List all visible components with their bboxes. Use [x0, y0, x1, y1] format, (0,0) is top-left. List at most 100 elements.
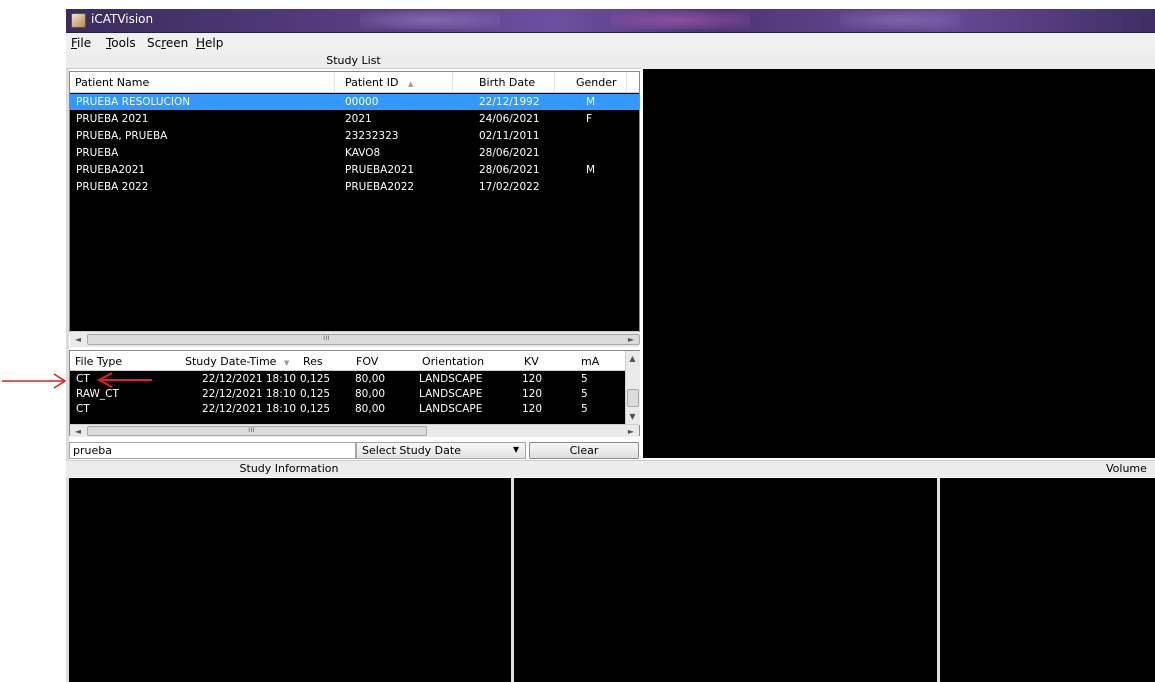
col-file-type[interactable]: File Type: [75, 355, 122, 368]
column-divider: [334, 72, 335, 93]
col-orientation[interactable]: Orientation: [422, 355, 484, 368]
search-input[interactable]: [69, 442, 356, 459]
annotation-arrow-icon: [96, 372, 152, 388]
sort-descending-icon: ▼: [283, 359, 290, 367]
patient-cell-gender: M: [586, 96, 596, 108]
study-cell-ma: 5: [581, 373, 588, 385]
scroll-down-icon[interactable]: ▼: [625, 409, 640, 424]
study-cell-kv: 120: [522, 373, 543, 385]
scroll-right-icon[interactable]: ►: [623, 332, 639, 347]
study-cell-type: CT: [76, 373, 90, 385]
scroll-grip-icon: ııı: [248, 425, 255, 434]
menu-screen[interactable]: Screen: [147, 36, 188, 50]
patient-row[interactable]: PRUEBA KAVO8 28/06/2021: [70, 145, 639, 161]
menu-help[interactable]: Help: [196, 36, 223, 50]
study-cell-kv: 120: [522, 403, 543, 415]
col-kv[interactable]: KV: [524, 355, 539, 368]
patient-cell-birth: 28/06/2021: [479, 164, 540, 176]
sort-ascending-icon: ▲: [408, 80, 414, 88]
dropdown-arrow-icon[interactable]: ▼: [513, 445, 519, 454]
clear-button[interactable]: Clear: [529, 442, 639, 459]
study-table-header: [70, 351, 625, 371]
study-cell-datetime: 22/12/2021 18:10: [202, 373, 297, 385]
study-cell-kv: 120: [522, 388, 543, 400]
study-cell-res: 0,125: [300, 388, 331, 400]
study-cell-orientation: LANDSCAPE: [419, 403, 483, 415]
study-cell-fov: 80,00: [355, 373, 386, 385]
patient-cell-name: PRUEBA 2021: [76, 113, 149, 125]
patient-cell-gender: F: [586, 113, 593, 125]
menu-bar: [66, 33, 1155, 53]
scroll-thumb[interactable]: [627, 389, 639, 407]
volume-viewport-right[interactable]: [940, 478, 1155, 682]
scroll-thumb[interactable]: [87, 334, 640, 345]
patient-cell-gender: M: [586, 164, 596, 176]
patient-cell-name: PRUEBA2021: [76, 164, 146, 176]
patient-cell-name: PRUEBA: [76, 147, 119, 159]
study-vertical-scrollbar[interactable]: ▲ ▼: [625, 351, 640, 425]
scroll-thumb[interactable]: [87, 426, 427, 436]
study-cell-ma: 5: [581, 388, 588, 400]
col-birth-date[interactable]: Birth Date: [479, 76, 535, 89]
menu-screen-pre: Sc: [147, 36, 162, 50]
col-fov[interactable]: FOV: [356, 355, 378, 368]
volume-header-strip: [512, 460, 1155, 477]
column-divider: [452, 72, 453, 93]
menu-screen-rest: een: [165, 36, 189, 50]
menu-file[interactable]: File: [71, 36, 91, 50]
column-divider: [554, 72, 555, 93]
scroll-up-icon[interactable]: ▲: [625, 351, 640, 366]
study-list-header: Study List: [66, 53, 641, 69]
scroll-grip-icon: ııı: [323, 333, 330, 342]
patient-cell-birth: 22/12/1992: [479, 96, 540, 108]
scroll-left-icon[interactable]: ◄: [70, 332, 86, 347]
patient-row[interactable]: PRUEBA2021 PRUEBA2021 28/06/2021 M: [70, 162, 639, 178]
col-study-date-time-label: Study Date-Time: [185, 355, 277, 368]
patient-horizontal-scrollbar[interactable]: ◄ ııı ►: [70, 331, 640, 347]
patient-row-selected[interactable]: PRUEBA RESOLUCION 00000 22/12/1992 M: [70, 94, 639, 110]
menu-help-rest: elp: [205, 36, 224, 50]
patient-cell-id: 23232323: [345, 130, 399, 142]
patient-cell-name: PRUEBA RESOLUCION: [76, 96, 191, 108]
col-ma[interactable]: mA: [581, 355, 599, 368]
top-right-viewport[interactable]: [643, 69, 1155, 458]
col-gender[interactable]: Gender: [576, 76, 617, 89]
patient-cell-id: PRUEBA2022: [345, 181, 415, 193]
study-row[interactable]: CT 22/12/2021 18:10 0,125 80,00 LANDSCAPE 120…: [70, 402, 625, 416]
col-patient-id-label: Patient ID: [345, 76, 399, 89]
window-title: iCATVision: [91, 12, 154, 26]
patient-cell-birth: 24/06/2021: [479, 113, 540, 125]
scroll-left-icon[interactable]: ◄: [70, 424, 86, 439]
patient-cell-id: 2021: [345, 113, 372, 125]
patient-cell-name: PRUEBA 2022: [76, 181, 149, 193]
col-res[interactable]: Res: [303, 355, 323, 368]
viewer-header-strip: [641, 53, 1155, 69]
column-divider: [626, 72, 627, 93]
col-patient-id[interactable]: Patient ID ▲: [345, 76, 413, 89]
menu-tools-rest: ools: [111, 36, 136, 50]
annotation-arrow-icon: [2, 373, 67, 389]
title-bar-glow: [610, 11, 750, 29]
study-horizontal-scrollbar[interactable]: ◄ ııı ►: [70, 424, 639, 437]
study-information-panel: [69, 478, 511, 682]
patient-row[interactable]: PRUEBA 2022 PRUEBA2022 17/02/2022: [70, 179, 639, 195]
col-patient-name[interactable]: Patient Name: [75, 76, 149, 89]
menu-help-accel: H: [196, 36, 206, 50]
col-study-date-time[interactable]: Study Date-Time ▼: [185, 355, 289, 368]
study-cell-datetime: 22/12/2021 18:10: [202, 388, 297, 400]
volume-viewport-center[interactable]: [514, 478, 937, 682]
study-cell-type: CT: [76, 403, 90, 415]
study-row[interactable]: RAW_CT 22/12/2021 18:10 0,125 80,00 LANDSCAP…: [70, 387, 625, 401]
patient-cell-birth: 28/06/2021: [479, 147, 540, 159]
scroll-right-icon[interactable]: ►: [623, 424, 639, 439]
patient-cell-id: PRUEBA2021: [345, 164, 415, 176]
study-cell-orientation: LANDSCAPE: [419, 388, 483, 400]
app-icon: [71, 13, 86, 28]
menu-tools[interactable]: Tools: [106, 36, 136, 50]
study-cell-ma: 5: [581, 403, 588, 415]
study-cell-fov: 80,00: [355, 403, 386, 415]
patient-row[interactable]: PRUEBA, PRUEBA 23232323 02/11/2011: [70, 128, 639, 144]
study-cell-res: 0,125: [300, 403, 331, 415]
study-date-select[interactable]: Select Study Date: [356, 442, 526, 459]
patient-row[interactable]: PRUEBA 2021 2021 24/06/2021 F: [70, 111, 639, 127]
